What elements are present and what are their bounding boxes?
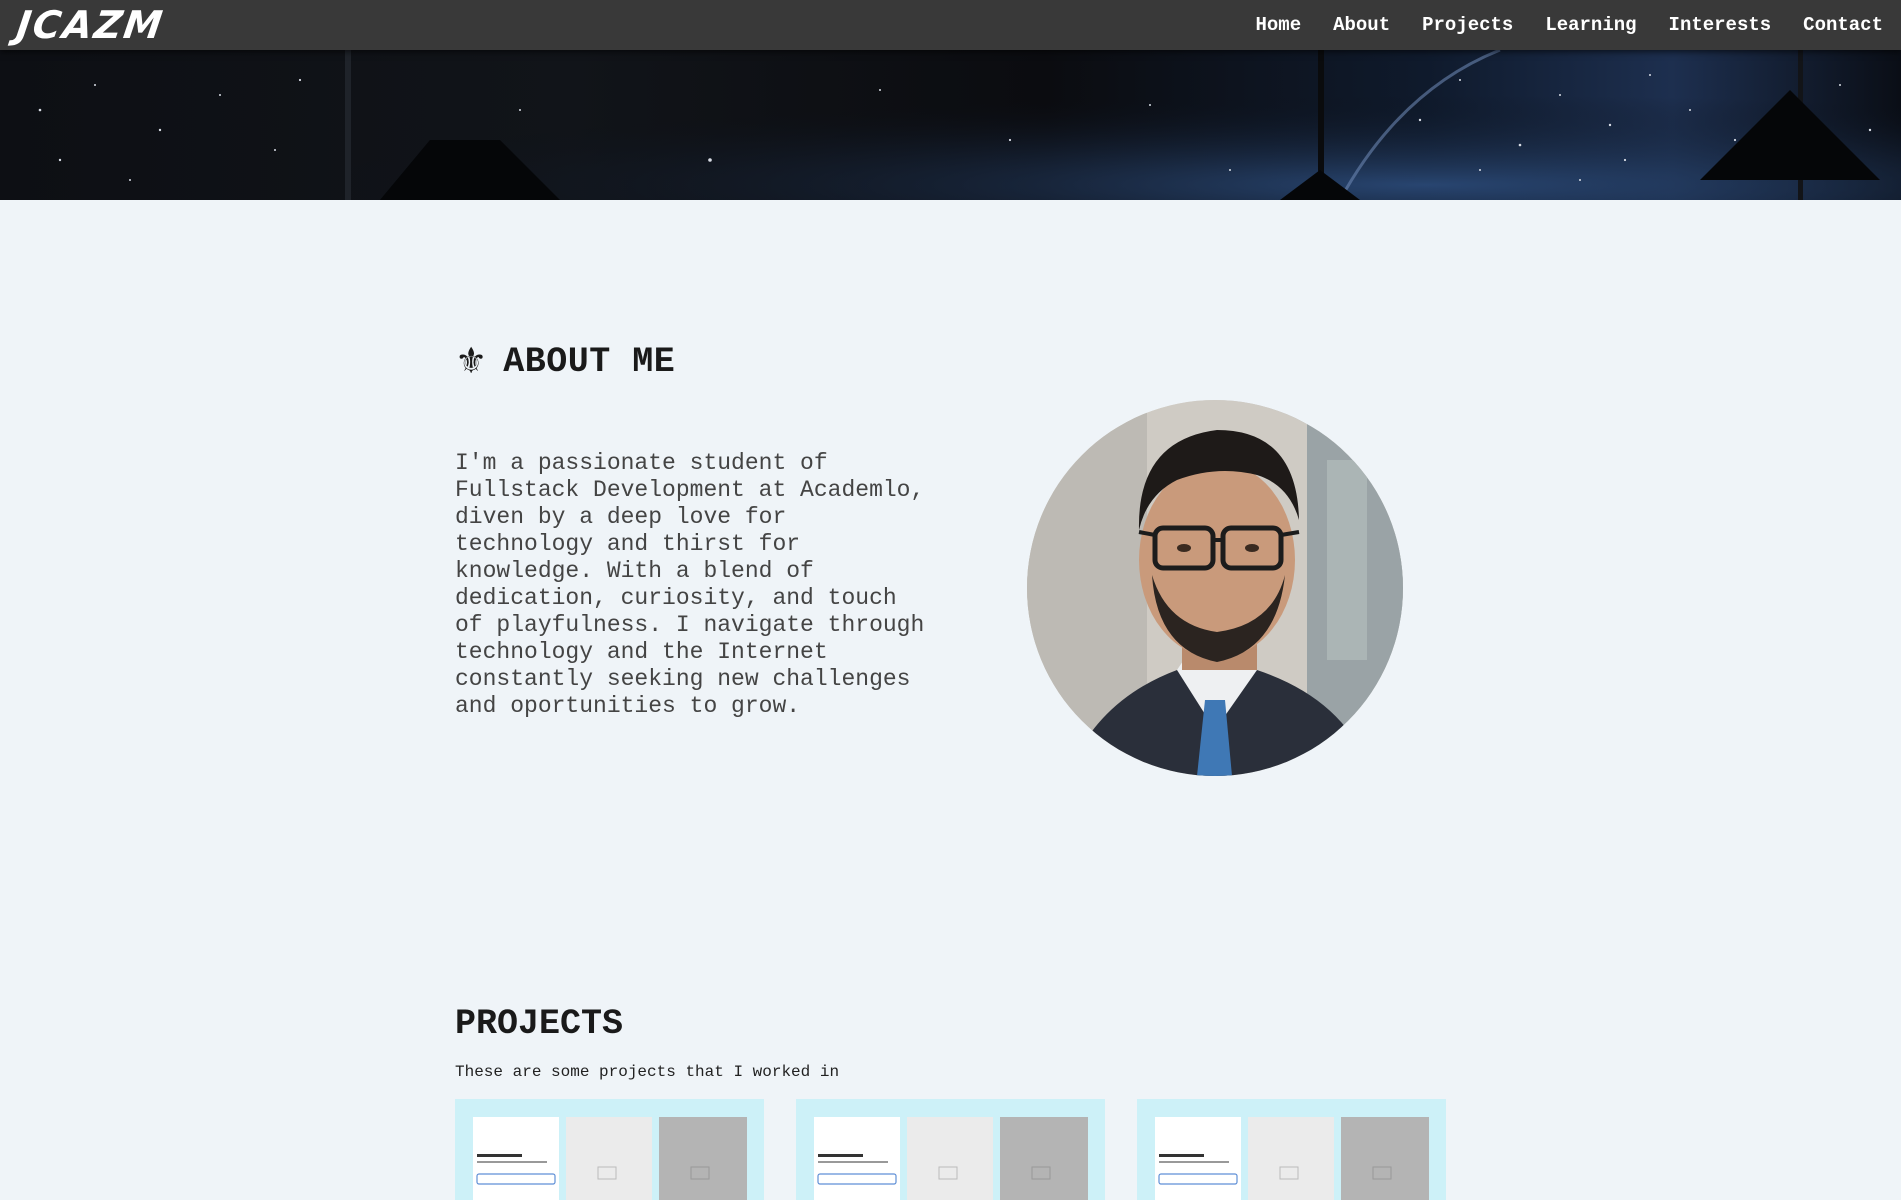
projects-subtitle: These are some projects that I worked in xyxy=(455,1063,840,1081)
nav-interests-link[interactable]: Interests xyxy=(1669,14,1772,36)
about-line: Fullstack Development at Academlo, xyxy=(455,477,925,503)
nav-links: Home About Projects Learning Interests C… xyxy=(1223,0,1883,50)
about-line: and oportunities to grow. xyxy=(455,693,801,719)
about-line: technology and thirst for xyxy=(455,531,801,557)
about-description: I'm a passionate student of Fullstack De… xyxy=(455,450,965,720)
site-logo[interactable]: JCAZM xyxy=(14,3,167,47)
projects-title: PROJECTS xyxy=(455,1004,624,1044)
about-line: I'm a passionate student of xyxy=(455,450,828,476)
project-card[interactable] xyxy=(1137,1099,1446,1200)
project-card[interactable] xyxy=(455,1099,764,1200)
about-line: dedication, curiosity, and touch xyxy=(455,585,897,611)
about-title: ABOUT ME xyxy=(503,342,676,382)
about-line: diven by a deep love for xyxy=(455,504,787,530)
about-heading: ⚜ ABOUT ME xyxy=(455,338,675,386)
hero-banner-image xyxy=(0,50,1901,200)
about-line: technology and the Internet xyxy=(455,639,828,665)
navbar: JCAZM Home About Projects Learning Inter… xyxy=(0,0,1901,50)
nav-home-link[interactable]: Home xyxy=(1255,14,1301,36)
project-card[interactable] xyxy=(796,1099,1105,1200)
nav-contact-link[interactable]: Contact xyxy=(1803,14,1883,36)
profile-portrait xyxy=(1027,400,1403,776)
nav-projects-link[interactable]: Projects xyxy=(1422,14,1513,36)
nav-about-link[interactable]: About xyxy=(1333,14,1390,36)
about-line: of playfulness. I navigate through xyxy=(455,612,925,638)
nav-learning-link[interactable]: Learning xyxy=(1545,14,1636,36)
fleur-de-lis-icon: ⚜ xyxy=(455,341,488,382)
about-line: constantly seeking new challenges xyxy=(455,666,911,692)
about-line: knowledge. With a blend of xyxy=(455,558,814,584)
